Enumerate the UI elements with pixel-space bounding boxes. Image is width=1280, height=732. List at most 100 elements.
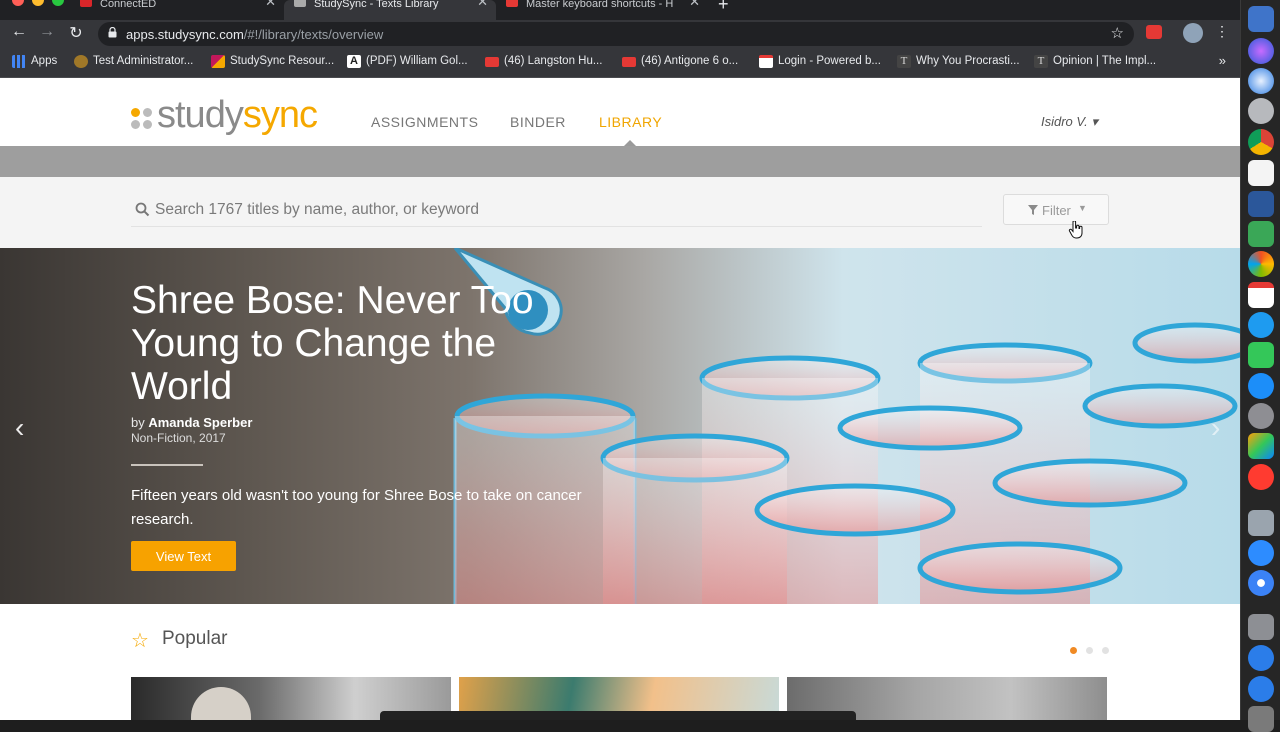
chrome-icon[interactable]	[1248, 129, 1274, 155]
browser-toolbar: ← → ↻ apps.studysync.com/#!/library/text…	[0, 20, 1240, 48]
bookmark-apps[interactable]: Apps	[12, 55, 58, 68]
nav-assignments[interactable]: ASSIGNMENTS	[371, 114, 478, 130]
bookmark-label: Login - Powered b...	[778, 55, 881, 67]
nyt-icon: T	[897, 55, 911, 68]
system-preferences-icon[interactable]	[1248, 403, 1274, 429]
address-bar[interactable]: apps.studysync.com/#!/library/texts/over…	[98, 22, 1134, 46]
close-tab-icon[interactable]: ✕	[265, 0, 276, 8]
close-tab-icon[interactable]: ✕	[477, 0, 488, 8]
web-icon[interactable]	[1248, 676, 1274, 702]
lock-icon	[108, 27, 117, 38]
view-text-button[interactable]: View Text	[131, 541, 236, 571]
back-button[interactable]: ←	[9, 23, 29, 41]
launchpad-icon[interactable]	[1248, 98, 1274, 124]
search-section: Filter ▼	[0, 177, 1240, 248]
subnav-bar	[0, 146, 1240, 177]
browser-menu-icon[interactable]: ⋮	[1212, 23, 1232, 40]
tab-title: Master keyboard shortcuts - H	[526, 0, 674, 10]
blocked-icon[interactable]	[1248, 464, 1274, 490]
carousel-next-icon[interactable]: ›	[1211, 412, 1220, 444]
tab-title: ConnectED	[100, 0, 157, 10]
bookmark-pdf-william[interactable]: A (PDF) William Gol...	[347, 55, 468, 68]
chevron-down-icon: ▼	[1078, 203, 1087, 213]
nav-library[interactable]: LIBRARY	[599, 114, 662, 130]
bookmark-label: Apps	[31, 55, 58, 67]
bookmark-star-icon[interactable]: ☆	[1111, 24, 1124, 42]
tab-studysync[interactable]: StudySync - Texts Library ✕	[284, 0, 496, 20]
zoom-window-button[interactable]	[52, 0, 64, 6]
facetime-icon[interactable]	[1248, 342, 1274, 368]
siri-icon[interactable]	[1248, 38, 1274, 64]
more-bookmarks-icon[interactable]: »	[1219, 53, 1226, 68]
photos-icon[interactable]	[1248, 251, 1274, 277]
carousel-prev-icon[interactable]: ‹	[15, 412, 24, 444]
bookmark-test-administrator[interactable]: Test Administrator...	[74, 55, 194, 68]
extension-icon[interactable]	[1146, 25, 1162, 39]
bookmark-login[interactable]: Login - Powered b...	[759, 55, 881, 68]
user-menu[interactable]: Isidro V. ▾	[1041, 114, 1098, 130]
hero-author[interactable]: Amanda Sperber	[148, 415, 252, 430]
hero-divider	[131, 464, 203, 466]
macos-dock	[1240, 0, 1280, 732]
by-prefix: by	[131, 415, 145, 430]
bookmark-procrastinate[interactable]: T Why You Procrasti...	[897, 55, 1020, 68]
edge-icon[interactable]	[1248, 570, 1274, 596]
tab-title: StudySync - Texts Library	[314, 0, 439, 10]
filter-button[interactable]: Filter ▼	[1003, 194, 1109, 225]
notes-icon[interactable]	[1248, 160, 1274, 186]
hero-genre: Non-Fiction, 2017	[131, 431, 226, 445]
nav-binder[interactable]: BINDER	[510, 114, 566, 130]
close-window-button[interactable]	[12, 0, 24, 6]
popular-section: ☆ Popular	[0, 604, 1240, 720]
minimize-window-button[interactable]	[32, 0, 44, 6]
tab-connected[interactable]: ConnectED ✕	[70, 0, 284, 20]
word-icon[interactable]	[1248, 191, 1274, 217]
carousel-page-dot[interactable]	[1086, 647, 1093, 654]
hero-title: Shree Bose: Never Too Young to Change th…	[131, 279, 534, 408]
browser-window: ConnectED ✕ StudySync - Texts Library ✕ …	[0, 0, 1240, 720]
bottom-overlay-bar	[380, 711, 856, 720]
web-icon[interactable]	[1248, 645, 1274, 671]
bookmark-label: Test Administrator...	[93, 55, 194, 67]
profile-avatar[interactable]	[1183, 23, 1203, 43]
bookmark-opinion[interactable]: T Opinion | The Impl...	[1034, 55, 1156, 68]
url-path: /#!/library/texts/overview	[243, 27, 384, 42]
app-store-icon[interactable]	[1248, 373, 1274, 399]
messages-icon[interactable]	[1248, 312, 1274, 338]
games-icon[interactable]	[1248, 433, 1274, 459]
bookmark-label: Why You Procrasti...	[916, 55, 1020, 67]
bookmark-antigone[interactable]: (46) Antigone 6 o...	[622, 55, 738, 67]
tab-keyboard-shortcuts[interactable]: Master keyboard shortcuts - H ✕	[496, 0, 708, 20]
trash-icon[interactable]	[1248, 706, 1274, 732]
filter-label: Filter	[1042, 203, 1071, 218]
search-input[interactable]	[155, 197, 955, 223]
site-header: studysync ASSIGNMENTS BINDER LIBRARY Isi…	[0, 79, 1240, 146]
forward-button[interactable]: →	[37, 23, 57, 41]
finder-icon[interactable]	[1248, 6, 1274, 32]
downloads-icon[interactable]	[1248, 614, 1274, 640]
bookmark-langston[interactable]: (46) Langston Hu...	[485, 55, 602, 67]
calendar-icon[interactable]	[1248, 282, 1274, 308]
new-tab-button[interactable]: +	[718, 0, 729, 15]
logo-dots-icon	[131, 108, 153, 130]
studysync-icon	[294, 0, 306, 7]
url-host: apps.studysync.com	[126, 27, 244, 42]
preview-icon[interactable]	[1248, 510, 1274, 536]
apps-grid-icon	[12, 55, 26, 68]
connected-icon	[80, 0, 92, 7]
maps-icon[interactable]	[1248, 221, 1274, 247]
youtube-icon	[485, 57, 499, 67]
zoom-icon[interactable]	[1248, 540, 1274, 566]
carousel-page-dot[interactable]	[1102, 647, 1109, 654]
bookmark-studysync-resources[interactable]: StudySync Resour...	[211, 55, 334, 68]
reload-button[interactable]: ↻	[66, 23, 86, 43]
carousel-page-dot[interactable]	[1070, 647, 1077, 654]
featured-hero: Shree Bose: Never Too Young to Change th…	[0, 248, 1240, 604]
logo-wordmark: studysync	[157, 94, 318, 137]
funnel-icon	[1028, 205, 1038, 215]
close-tab-icon[interactable]: ✕	[689, 0, 700, 8]
star-icon: ☆	[131, 630, 149, 652]
safari-icon[interactable]	[1248, 68, 1274, 94]
hero-blurb: Fifteen years old wasn't too young for S…	[131, 487, 582, 528]
logo-sync: sync	[242, 94, 318, 136]
